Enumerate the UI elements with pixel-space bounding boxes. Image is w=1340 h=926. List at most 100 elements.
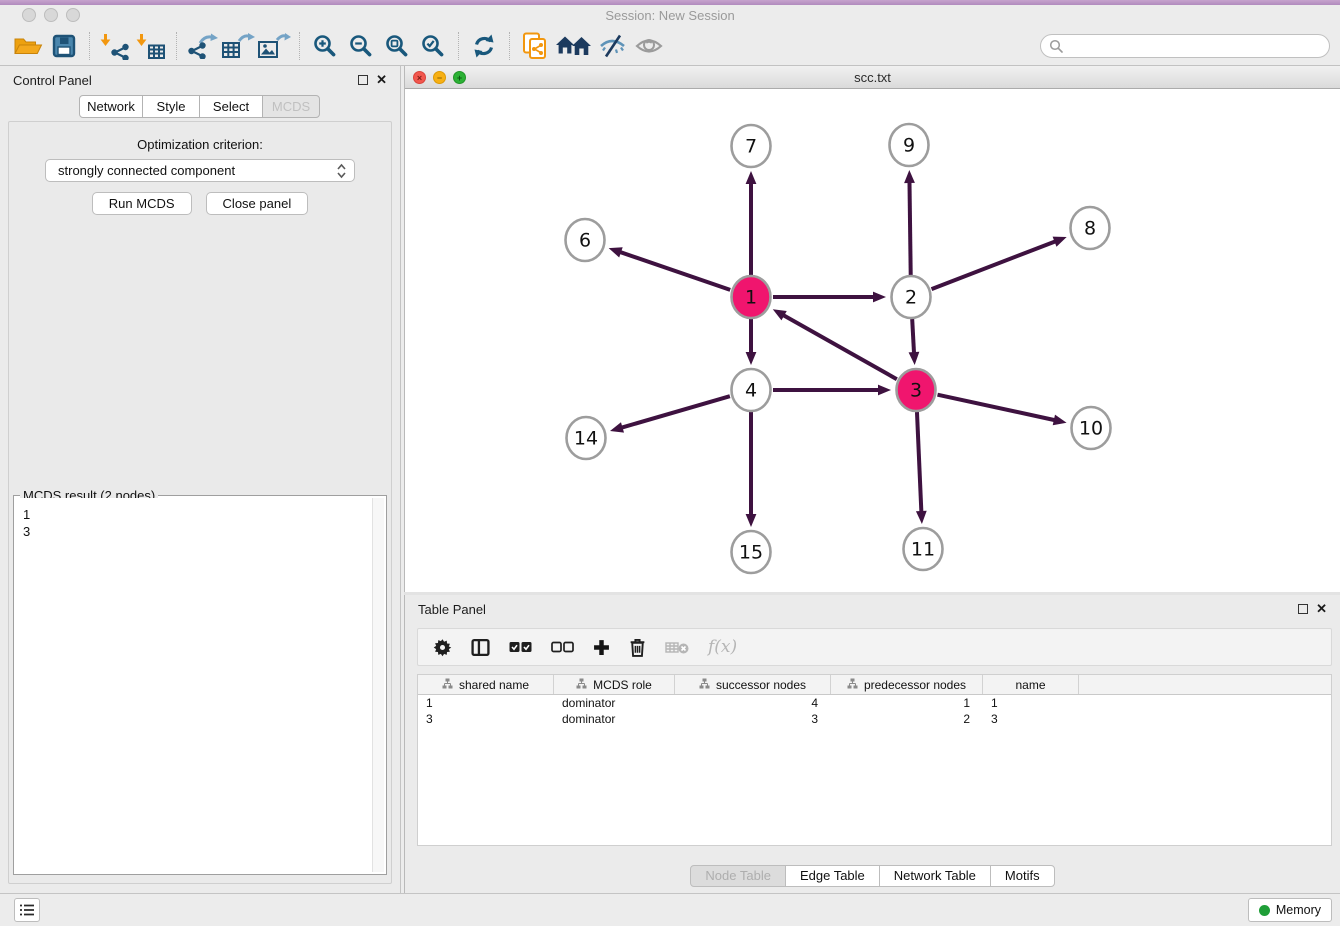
criterion-select[interactable]: strongly connected component — [45, 159, 355, 182]
graph-node-1[interactable]: 1 — [732, 276, 771, 318]
select-all-columns-button[interactable] — [509, 641, 532, 653]
show-columns-button[interactable] — [471, 638, 490, 657]
graph-node-label: 2 — [905, 287, 917, 309]
table-options-button[interactable] — [433, 638, 452, 657]
table-panel-title: Table Panel — [418, 602, 486, 617]
table-cell[interactable]: 3 — [675, 711, 831, 727]
close-table-panel-icon[interactable]: ✕ — [1316, 601, 1327, 617]
clone-network-button[interactable] — [517, 29, 553, 63]
import-network-button[interactable] — [97, 29, 133, 63]
table-row[interactable]: 3dominator323 — [418, 711, 1331, 727]
hide-panels-button[interactable] — [595, 29, 631, 63]
import-table-button[interactable] — [133, 29, 169, 63]
delete-column-button[interactable] — [629, 638, 646, 657]
graph-node-6[interactable]: 6 — [566, 219, 605, 261]
plus-icon — [593, 639, 610, 656]
apply-layout-button[interactable] — [466, 29, 502, 63]
add-column-button[interactable] — [593, 639, 610, 656]
column-header-name[interactable]: name — [983, 675, 1079, 694]
table-cell[interactable]: 3 — [418, 711, 554, 727]
close-panel-icon[interactable]: ✕ — [376, 72, 387, 88]
graph-node-11[interactable]: 11 — [904, 528, 943, 570]
tab-style[interactable]: Style — [142, 95, 200, 118]
graph-edge-4-14[interactable] — [621, 396, 730, 428]
table-cell[interactable]: 1 — [983, 695, 1079, 711]
zoom-selected-button[interactable] — [415, 29, 451, 63]
tab-network[interactable]: Network — [79, 95, 143, 118]
zoom-fit-button[interactable] — [379, 29, 415, 63]
table-cell[interactable]: 1 — [418, 695, 554, 711]
float-table-panel-icon[interactable] — [1298, 604, 1308, 614]
graph-node-9[interactable]: 9 — [890, 124, 929, 166]
graph-node-10[interactable]: 10 — [1072, 407, 1111, 449]
column-header-MCDS-role[interactable]: MCDS role — [554, 675, 675, 694]
column-header-successor-nodes[interactable]: successor nodes — [675, 675, 831, 694]
graph-node-15[interactable]: 15 — [732, 531, 771, 573]
graph-node-8[interactable]: 8 — [1071, 207, 1110, 249]
table-cell[interactable]: 4 — [675, 695, 831, 711]
graph-edge-arrowhead — [873, 292, 886, 303]
open-session-button[interactable] — [10, 29, 46, 63]
table-cell[interactable]: 1 — [831, 695, 983, 711]
graph-edge-3-1[interactable] — [782, 315, 896, 380]
search-box[interactable] — [1040, 34, 1330, 58]
graph-edge-3-10[interactable] — [937, 395, 1055, 421]
zoom-out-button[interactable] — [343, 29, 379, 63]
export-image-button[interactable] — [256, 29, 292, 63]
table-cell[interactable]: 2 — [831, 711, 983, 727]
mcds-result-list[interactable]: 1 3 — [16, 498, 372, 872]
table-row[interactable]: 1dominator411 — [418, 695, 1331, 711]
tab-network-table[interactable]: Network Table — [879, 865, 991, 887]
graph-node-2[interactable]: 2 — [892, 276, 931, 318]
apply-function-button-disabled: f(x) — [708, 637, 737, 657]
column-header-shared-name[interactable]: shared name — [418, 675, 554, 694]
graph-node-4[interactable]: 4 — [732, 369, 771, 411]
graph-edge-1-6[interactable] — [619, 252, 730, 290]
memory-button[interactable]: Memory — [1248, 898, 1332, 922]
graph-node-14[interactable]: 14 — [567, 417, 606, 459]
tab-node-table[interactable]: Node Table — [690, 865, 786, 887]
export-network-button[interactable] — [184, 29, 220, 63]
graph-edge-2-8[interactable] — [932, 241, 1057, 289]
graph-edge-arrowhead — [609, 247, 623, 257]
table-cell[interactable]: 3 — [983, 711, 1079, 727]
tab-select[interactable]: Select — [199, 95, 263, 118]
graph-node-7[interactable]: 7 — [732, 125, 771, 167]
table-cell[interactable]: dominator — [554, 711, 675, 727]
network-canvas[interactable]: 1 2 3 4 6 7 8 9 10 11 14 15 — [405, 89, 1340, 592]
network-window-titlebar: × − + scc.txt — [405, 66, 1340, 89]
search-input[interactable] — [1069, 39, 1321, 53]
graph-node-3[interactable]: 3 — [897, 369, 936, 411]
show-panels-button[interactable] — [631, 29, 667, 63]
tab-mcds[interactable]: MCDS — [262, 95, 320, 118]
home-button[interactable] — [553, 29, 595, 63]
export-table-button[interactable] — [220, 29, 256, 63]
graph-edge-2-9[interactable] — [909, 181, 910, 275]
graph-edge-3-11[interactable] — [917, 412, 921, 513]
float-panel-icon[interactable] — [358, 75, 368, 85]
zoom-fit-icon — [384, 33, 410, 59]
graph-edge-arrowhead — [746, 352, 757, 365]
deselect-all-columns-button[interactable] — [551, 641, 574, 653]
tab-edge-table[interactable]: Edge Table — [785, 865, 880, 887]
save-session-button[interactable] — [46, 29, 82, 63]
close-panel-button[interactable]: Close panel — [206, 192, 309, 215]
save-floppy-icon — [52, 34, 76, 58]
column-header-predecessor-nodes[interactable]: predecessor nodes — [831, 675, 983, 694]
graph-node-label: 15 — [739, 542, 763, 564]
zoom-in-button[interactable] — [307, 29, 343, 63]
toolbar-separator — [176, 32, 177, 60]
tab-motifs[interactable]: Motifs — [990, 865, 1055, 887]
node-table-body: 1dominator4113dominator323 — [418, 695, 1331, 727]
graph-edge-arrowhead — [746, 514, 757, 527]
refresh-icon — [471, 33, 497, 59]
result-scrollbar[interactable] — [372, 498, 384, 872]
graph-edge-2-3[interactable] — [912, 319, 914, 354]
mcds-result-line: 1 — [23, 506, 372, 523]
run-mcds-button[interactable]: Run MCDS — [92, 192, 192, 215]
select-stepper-icon — [337, 163, 346, 179]
task-history-button[interactable] — [14, 898, 40, 922]
graph-edge-arrowhead — [1053, 237, 1067, 247]
graph-node-label: 7 — [745, 136, 757, 158]
table-cell[interactable]: dominator — [554, 695, 675, 711]
